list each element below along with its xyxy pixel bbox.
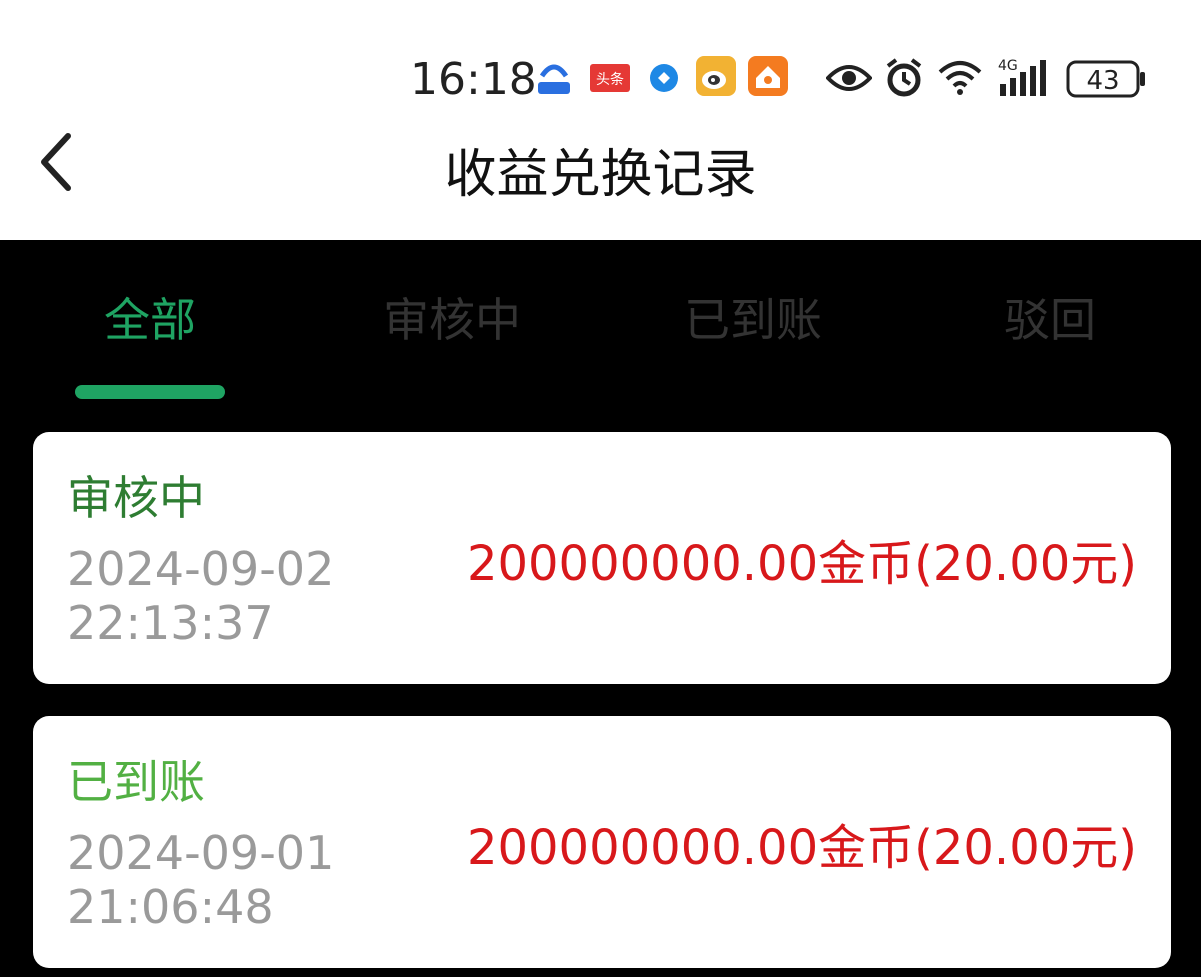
wifi-icon <box>938 60 982 100</box>
record-date: 2024-09-01 <box>67 826 335 880</box>
record-card[interactable]: 已到账 2024-09-01 21:06:48 200000000.00金币(2… <box>33 716 1171 968</box>
eye-icon <box>825 60 873 100</box>
baidu-app-icon <box>534 56 574 104</box>
signal-icon: 4G <box>996 56 1054 104</box>
tab-active-indicator <box>75 385 225 399</box>
record-time: 22:13:37 <box>67 596 274 650</box>
tab-all[interactable]: 全部 <box>75 280 225 360</box>
record-date: 2024-09-02 <box>67 542 335 596</box>
alarm-icon <box>884 58 924 102</box>
record-card[interactable]: 审核中 2024-09-02 22:13:37 200000000.00金币(2… <box>33 432 1171 684</box>
record-time: 21:06:48 <box>67 880 274 934</box>
record-status: 已到账 <box>67 755 205 809</box>
status-time: 16:18 <box>410 54 537 105</box>
home-app-icon <box>748 56 788 100</box>
svg-text:4G: 4G <box>998 58 1018 74</box>
tab-rejected[interactable]: 驳回 <box>985 280 1115 360</box>
browser-app-icon <box>648 62 680 98</box>
page-title: 收益兑换记录 <box>444 145 757 205</box>
battery-icon: 43 <box>1066 60 1148 102</box>
svg-text:43: 43 <box>1086 66 1119 96</box>
record-amount: 200000000.00金币(20.00元) <box>466 820 1137 876</box>
toutiao-app-icon: 头条 <box>590 64 630 96</box>
record-status: 审核中 <box>67 471 205 525</box>
top-bar: 16:18 头条 4G 43 收益兑换记录 <box>0 0 1201 240</box>
svg-text:头条: 头条 <box>596 71 624 88</box>
tab-arrived[interactable]: 已到账 <box>663 280 843 360</box>
weibo-app-icon <box>696 56 736 100</box>
tab-bar: 全部 审核中 已到账 驳回 <box>0 280 1201 410</box>
tab-under-review[interactable]: 审核中 <box>362 280 542 360</box>
record-amount: 200000000.00金币(20.00元) <box>466 536 1137 592</box>
